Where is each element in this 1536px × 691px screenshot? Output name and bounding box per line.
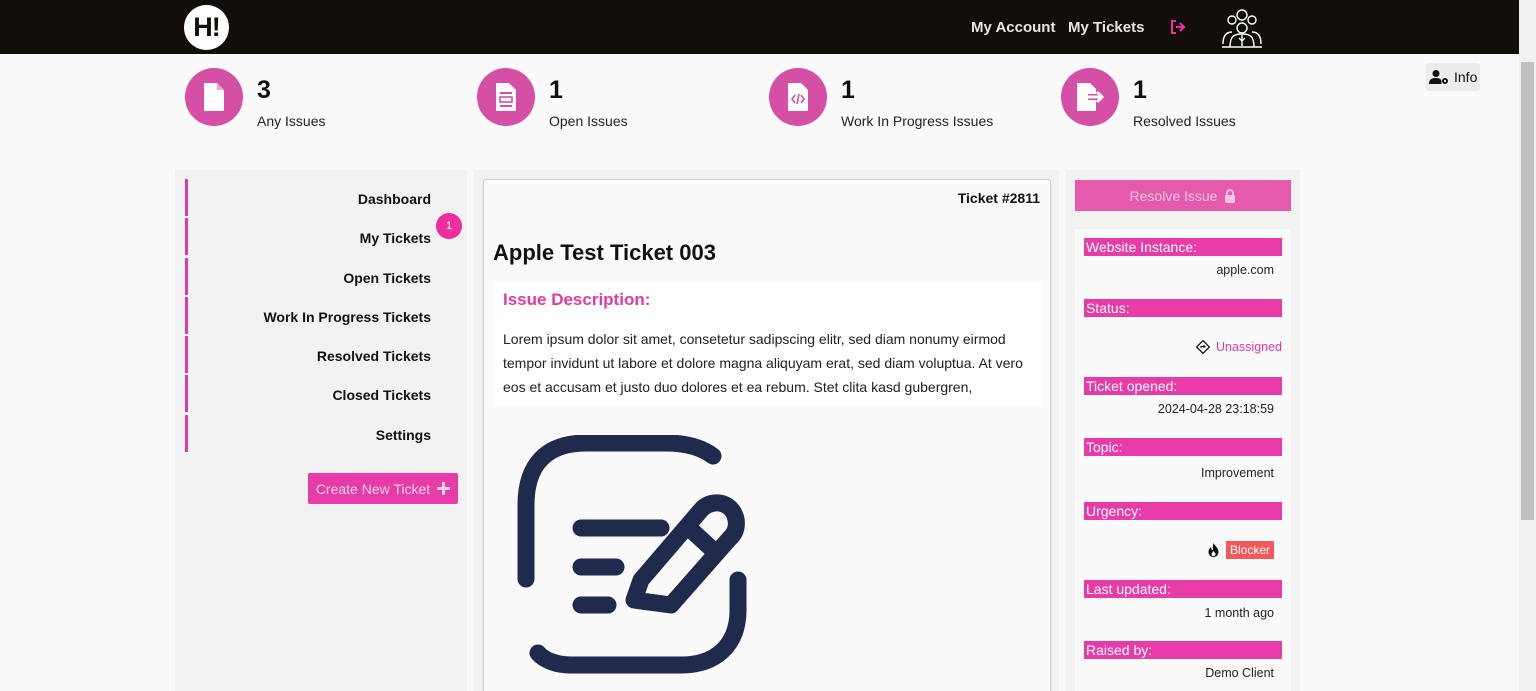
nav-my-account[interactable]: My Account (971, 19, 1055, 36)
plus-icon (437, 482, 451, 495)
issue-description-box: Issue Description: Lorem ipsum dolor sit… (494, 281, 1042, 407)
sidebar-item-wip-tickets[interactable]: Work In Progress Tickets (185, 297, 455, 334)
sidebar-item-settings[interactable]: Settings (185, 415, 455, 452)
page-scrollbar[interactable] (1519, 0, 1536, 691)
file-icon (185, 68, 243, 126)
status-value: Unassigned (1195, 340, 1282, 354)
issue-description-text: Lorem ipsum dolor sit amet, consetetur s… (503, 331, 1023, 395)
stat-label: Open Issues (549, 113, 628, 129)
resolve-issue-button[interactable]: Resolve Issue (1075, 180, 1291, 211)
ticket-card: Ticket #2811 Apple Test Ticket 003 Issue… (483, 179, 1051, 691)
topic-label: Topic: (1084, 438, 1282, 456)
stat-open-issues: 1 Open Issues (477, 68, 677, 129)
sidebar-item-my-tickets[interactable]: My Tickets (185, 218, 455, 255)
top-navbar: H! My Account My Tickets (0, 0, 1519, 54)
resolve-issue-label: Resolve Issue (1129, 187, 1218, 204)
website-instance-label: Website Instance: (1084, 238, 1282, 256)
nav-my-tickets[interactable]: My Tickets (1068, 19, 1144, 36)
issue-description-title: Issue Description: (503, 290, 651, 309)
urgency-value: Blocker (1208, 541, 1274, 559)
stat-count: 3 (257, 76, 271, 104)
create-ticket-label: Create New Ticket (315, 480, 431, 497)
stat-label: Work In Progress Issues (841, 113, 994, 129)
lock-icon (1225, 188, 1236, 203)
my-tickets-badge: 1 (436, 213, 462, 239)
raised-by-label: Raised by: (1084, 641, 1282, 659)
stat-count: 1 (841, 76, 855, 104)
diamond-direction-icon (1195, 340, 1210, 354)
scrollbar-thumb[interactable] (1521, 62, 1534, 520)
info-button-label: Info (1454, 69, 1478, 85)
stat-count: 1 (1133, 76, 1147, 104)
ticket-opened-label: Ticket opened: (1084, 377, 1282, 395)
ticket-opened-value: 2024-04-28 23:18:59 (1157, 402, 1274, 416)
stat-count: 1 (549, 76, 563, 104)
urgency-badge: Blocker (1225, 541, 1274, 559)
sidebar-item-dashboard[interactable]: Dashboard (185, 179, 455, 216)
sidebar-item-resolved-tickets[interactable]: Resolved Tickets (185, 336, 455, 373)
last-updated-label: Last updated: (1084, 580, 1282, 598)
status-text: Unassigned (1215, 340, 1282, 354)
raised-by-value: Demo Client (1205, 666, 1274, 680)
user-avatar-icon[interactable] (1220, 8, 1264, 48)
fire-icon (1208, 543, 1219, 557)
stat-resolved-issues: 1 Resolved Issues (1061, 68, 1261, 129)
file-list-icon (477, 68, 535, 126)
edit-document-icon (517, 435, 747, 674)
create-ticket-button[interactable]: Create New Ticket (308, 473, 458, 504)
file-code-icon (769, 68, 827, 126)
sidebar: Dashboard My Tickets Open Tickets Work I… (175, 170, 467, 691)
sidebar-item-closed-tickets[interactable]: Closed Tickets (185, 375, 455, 412)
stat-any-issues: 3 Any Issues (185, 68, 385, 129)
status-label: Status: (1084, 299, 1282, 317)
ticket-number: Ticket #2811 (957, 190, 1040, 206)
sidebar-item-open-tickets[interactable]: Open Tickets (185, 258, 455, 295)
user-cog-icon (1429, 70, 1448, 84)
urgency-label: Urgency: (1084, 502, 1282, 520)
stat-label: Resolved Issues (1133, 113, 1236, 129)
stat-label: Any Issues (257, 113, 326, 129)
topic-value: Improvement (1201, 466, 1274, 480)
stat-wip-issues: 1 Work In Progress Issues (769, 68, 1009, 129)
logo[interactable]: H! (184, 5, 229, 50)
info-button[interactable]: Info (1426, 63, 1480, 91)
website-instance-value: apple.com (1216, 263, 1274, 277)
logout-icon[interactable] (1170, 20, 1186, 34)
ticket-title: Apple Test Ticket 003 (493, 240, 716, 265)
file-export-icon (1061, 68, 1119, 126)
last-updated-value: 1 month ago (1204, 606, 1275, 620)
